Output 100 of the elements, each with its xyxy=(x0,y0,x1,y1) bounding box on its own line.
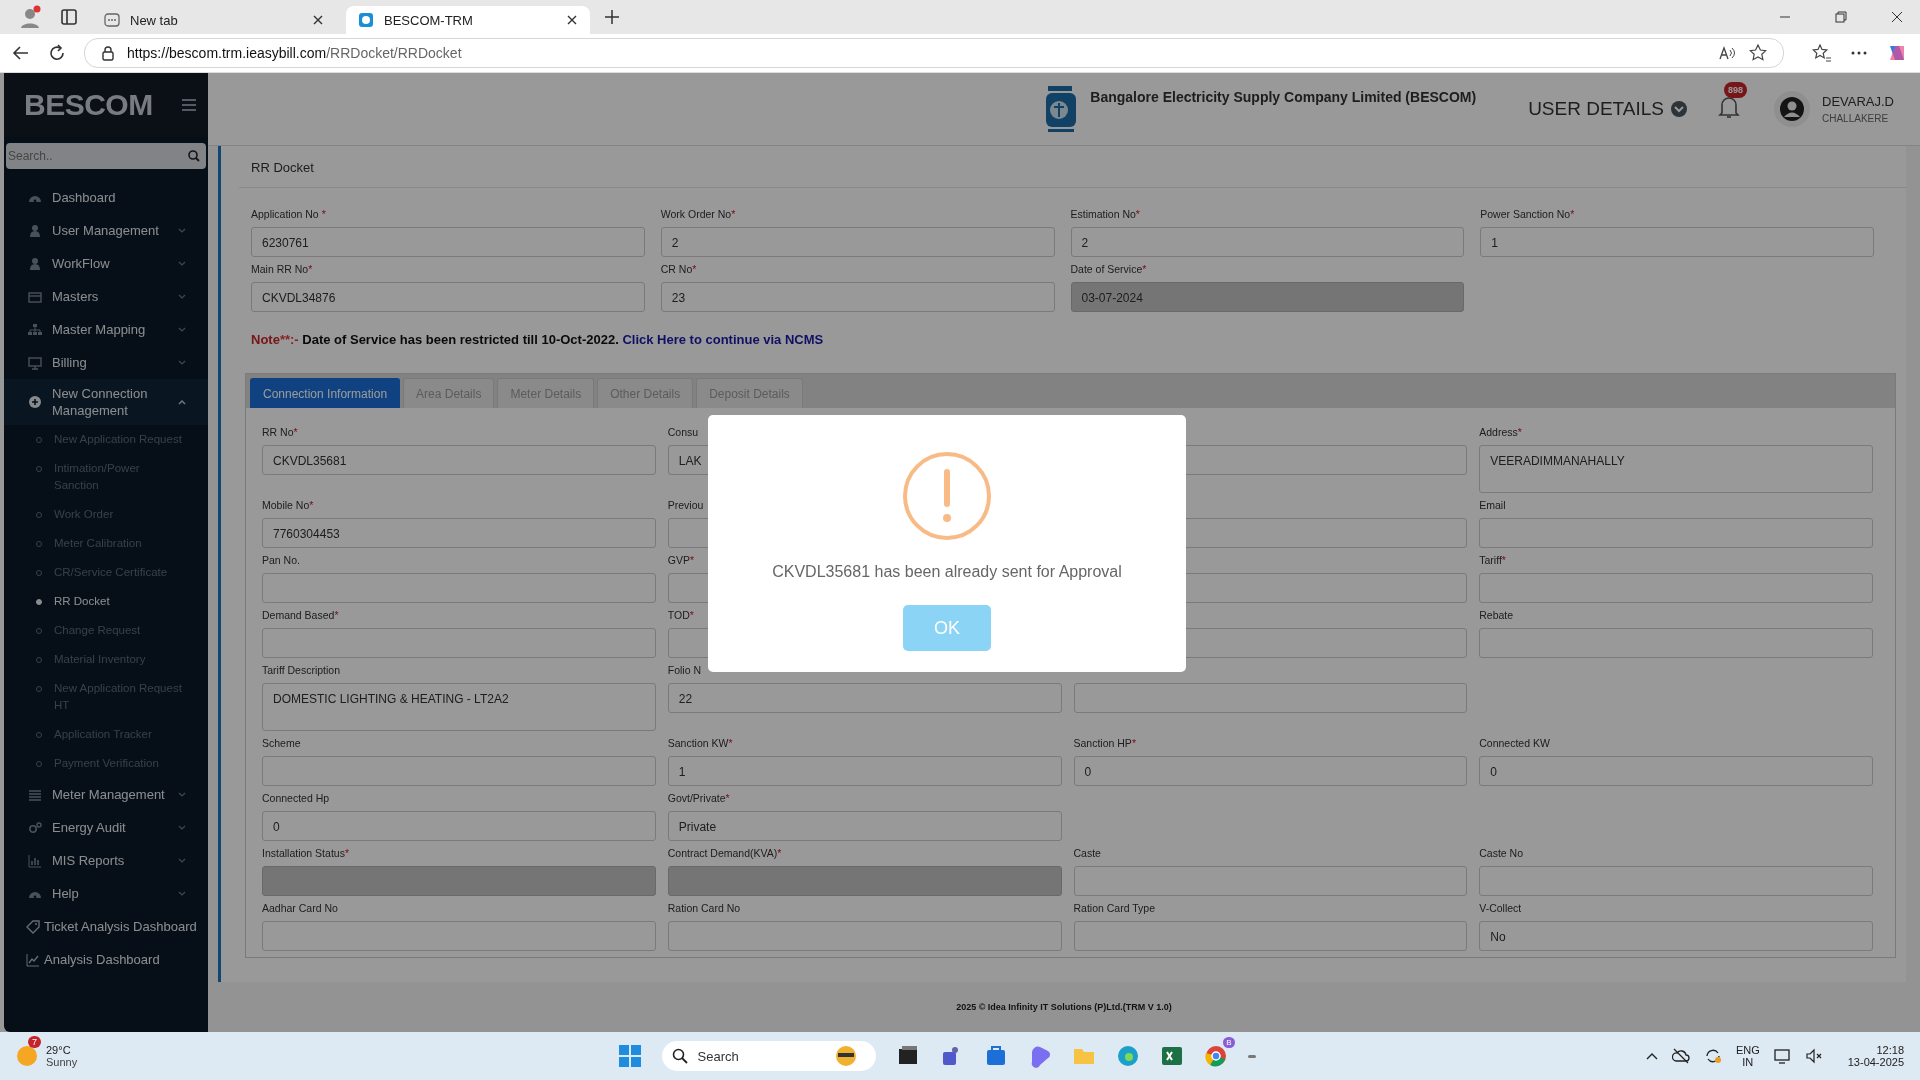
input-field[interactable] xyxy=(1479,518,1873,548)
sidebar-item[interactable]: WorkFlow xyxy=(4,247,208,280)
input-field[interactable]: Private xyxy=(667,811,1062,841)
chevron-down-icon xyxy=(178,359,186,366)
weather-badge: 7 xyxy=(28,1036,41,1048)
field-label: Estimation No* xyxy=(1070,208,1140,222)
bell-icon[interactable] xyxy=(1718,95,1740,119)
input-field[interactable] xyxy=(1479,628,1873,658)
sidebar-item[interactable]: Ticket Analysis Dashboard xyxy=(4,910,208,943)
input-field[interactable] xyxy=(1073,683,1468,713)
input-field[interactable] xyxy=(262,921,656,951)
clock[interactable]: 12:18 13-04-2025 xyxy=(1847,1044,1904,1068)
search-field[interactable]: Search.. xyxy=(6,143,206,169)
input-field[interactable]: VEERADIMMANAHALLY xyxy=(1479,445,1873,493)
address-field[interactable]: https://bescom.trm.ieasybill.com/RRDocket/RRDocket xyxy=(84,38,1784,68)
input-field[interactable]: 1 xyxy=(667,756,1062,786)
input-field[interactable]: 2 xyxy=(1070,227,1465,257)
input-field[interactable]: 23 xyxy=(660,282,1055,312)
language-indicator[interactable]: ENG IN xyxy=(1735,1044,1760,1068)
sidebar-item[interactable]: MIS Reports xyxy=(4,844,208,877)
field-label: Tariff* xyxy=(1479,554,1506,568)
back-icon[interactable] xyxy=(12,44,30,62)
user-name: DEVARAJ.D xyxy=(1822,94,1894,109)
sidebar-item[interactable]: New Connection Management xyxy=(4,379,208,425)
input-field[interactable] xyxy=(262,628,656,658)
weather-text[interactable]: 29°C Sunny xyxy=(46,1044,78,1068)
read-aloud-icon[interactable] xyxy=(1719,45,1737,61)
browser-tab[interactable]: BESCOM-TRM xyxy=(346,6,590,34)
close-icon[interactable] xyxy=(1891,11,1903,23)
taskbar-search[interactable]: Search xyxy=(661,1041,876,1071)
network-icon[interactable] xyxy=(1773,1048,1792,1064)
search-icon[interactable] xyxy=(188,150,200,162)
input-field[interactable]: 7760304453 xyxy=(262,518,656,548)
sidebar-item[interactable]: Energy Audit xyxy=(4,811,208,844)
sidebar-item[interactable]: Billing xyxy=(4,346,208,379)
input-field[interactable]: 0 xyxy=(1073,756,1468,786)
input-field[interactable] xyxy=(667,921,1062,951)
input-field[interactable]: DOMESTIC LIGHTING & HEATING - LT2A2 xyxy=(262,683,656,731)
close-icon[interactable] xyxy=(566,14,578,26)
field-label: Ration Card Type xyxy=(1073,902,1156,916)
start-icon[interactable] xyxy=(617,1044,642,1068)
field-label: Scheme xyxy=(262,737,301,751)
user-details-dropdown[interactable]: USER DETAILS xyxy=(1528,98,1688,120)
sidebar-item[interactable]: Help xyxy=(4,877,208,910)
user-icon xyxy=(28,223,42,238)
field-label: Previou xyxy=(667,499,704,513)
browser-tab[interactable]: New tab xyxy=(92,7,336,33)
input-field[interactable] xyxy=(1479,866,1873,896)
field-label: Power Sanction No* xyxy=(1480,208,1575,222)
tab-actions-icon[interactable] xyxy=(60,8,78,26)
favorites-icon[interactable] xyxy=(1812,44,1832,62)
bar-chart-icon xyxy=(28,853,42,868)
chevron-down-icon xyxy=(178,857,186,864)
input-field[interactable]: CKVDL35681 xyxy=(262,445,656,475)
input-field[interactable] xyxy=(1073,921,1468,951)
notification-count: 898 xyxy=(1724,82,1748,98)
input-field[interactable] xyxy=(262,573,656,603)
chrome-icon[interactable] xyxy=(1203,1044,1228,1068)
reload-icon[interactable] xyxy=(48,44,66,62)
submenu-item[interactable]: RR Docket xyxy=(4,587,208,616)
sidebar-item[interactable]: Dashboard xyxy=(4,181,208,214)
input-field[interactable]: 6230761 xyxy=(251,227,645,257)
restore-icon[interactable] xyxy=(1835,11,1847,23)
close-icon[interactable] xyxy=(312,14,324,26)
tab[interactable]: Connection Information xyxy=(250,378,401,408)
sidebar-item[interactable]: Masters xyxy=(4,280,208,313)
spreadsheet-icon[interactable] xyxy=(1159,1044,1184,1068)
input-field[interactable]: 1 xyxy=(1480,227,1874,257)
input-field[interactable]: 0 xyxy=(1479,756,1873,786)
sun-icon[interactable] xyxy=(16,1045,38,1067)
sidebar-item[interactable]: User Management xyxy=(4,214,208,247)
menu-icon[interactable] xyxy=(182,99,196,111)
star-icon[interactable] xyxy=(1749,44,1767,62)
input-field[interactable]: 22 xyxy=(667,683,1062,713)
cloud-offline-icon[interactable] xyxy=(1671,1048,1690,1064)
warning-icon xyxy=(902,451,992,541)
new-tab-icon[interactable] xyxy=(604,9,620,25)
input-field[interactable] xyxy=(262,756,656,786)
input-field[interactable] xyxy=(1073,866,1468,896)
lock-icon xyxy=(101,45,115,61)
ncms-link[interactable]: Click Here to continue via NCMS xyxy=(622,332,824,347)
sidebar-item[interactable]: Master Mapping xyxy=(4,313,208,346)
monitor-icon xyxy=(28,355,42,370)
input-field[interactable]: 0 xyxy=(262,811,656,841)
input-field[interactable]: CKVDL34876 xyxy=(251,282,645,312)
company-logo-icon xyxy=(1044,85,1079,133)
field-label: Connected Hp xyxy=(262,792,330,806)
chevron-down-icon xyxy=(178,824,186,831)
chevron-up-icon[interactable] xyxy=(1645,1052,1658,1060)
brand-logo-text: BESCOM xyxy=(24,88,153,122)
sidebar-item[interactable]: Analysis Dashboard xyxy=(4,943,208,976)
speaker-muted-icon[interactable] xyxy=(1805,1048,1824,1064)
input-field[interactable] xyxy=(1479,573,1873,603)
field-label: Folio N xyxy=(667,664,701,678)
input-field[interactable]: 2 xyxy=(660,227,1055,257)
profile-icon[interactable] xyxy=(18,5,42,29)
sync-icon[interactable] xyxy=(1703,1048,1722,1064)
sidebar-item[interactable]: Meter Management xyxy=(4,778,208,811)
input-field[interactable]: No xyxy=(1479,921,1873,951)
alert-message: CKVDL35681 has been already sent for Approval xyxy=(772,563,1122,581)
